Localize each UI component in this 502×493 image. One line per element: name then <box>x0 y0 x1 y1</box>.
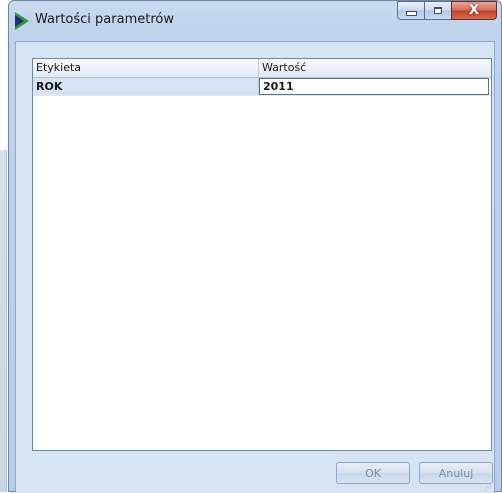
ok-button[interactable]: OK <box>336 462 410 484</box>
dialog-window: Wartości parametrów X Etykieta Wartość R… <box>8 0 502 493</box>
minimize-icon <box>405 11 417 16</box>
parameters-grid[interactable]: Etykieta Wartość ROK 2011 <box>32 58 492 451</box>
close-button[interactable]: X <box>451 1 497 20</box>
column-header-value[interactable]: Wartość <box>259 59 491 77</box>
maximize-icon <box>434 7 442 14</box>
app-arrow-icon <box>15 12 29 30</box>
row-label-cell[interactable]: ROK <box>33 78 259 95</box>
maximize-button[interactable] <box>424 1 451 20</box>
close-icon: X <box>468 3 480 18</box>
grid-header: Etykieta Wartość <box>33 59 491 78</box>
column-header-label[interactable]: Etykieta <box>33 59 259 77</box>
minimize-button[interactable] <box>397 1 424 20</box>
window-title: Wartości parametrów <box>35 12 174 27</box>
table-row[interactable]: ROK 2011 <box>33 78 491 96</box>
background-window-edge <box>0 150 7 492</box>
caption-buttons: X <box>397 1 497 21</box>
cancel-button[interactable]: Anuluj <box>419 462 493 484</box>
dialog-client-area: Etykieta Wartość ROK 2011 OK Anuluj ⋰ <box>15 41 495 493</box>
title-bar[interactable]: Wartości parametrów X <box>9 1 501 41</box>
row-value-input[interactable]: 2011 <box>259 78 489 95</box>
